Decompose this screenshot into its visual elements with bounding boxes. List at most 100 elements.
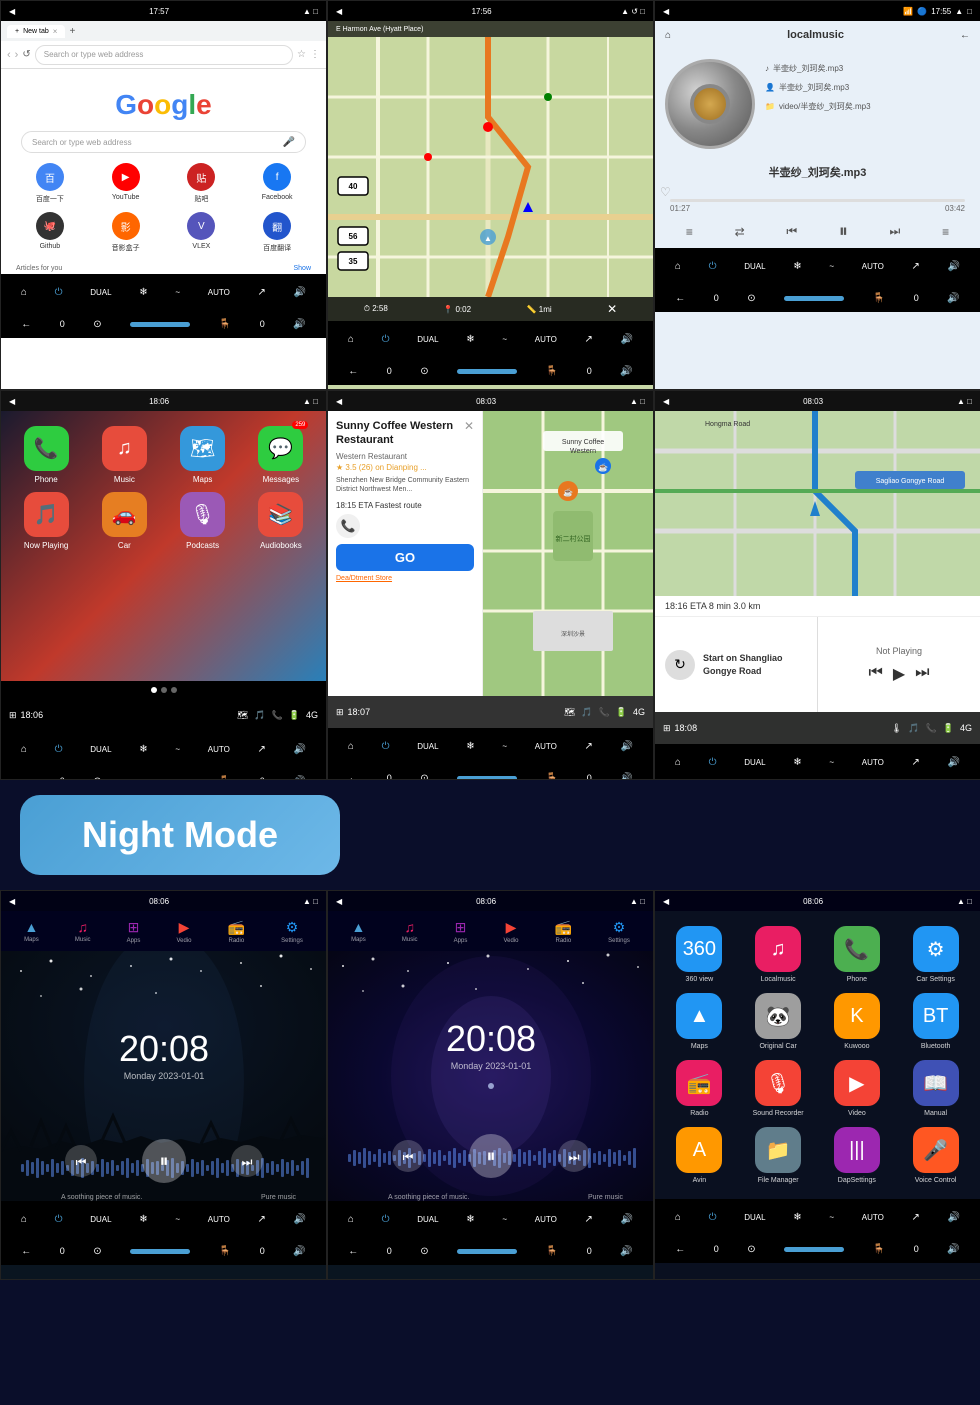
prev-icon[interactable]: ⏮ — [786, 224, 797, 239]
md-phone-icon[interactable]: 📞 — [336, 514, 360, 538]
nav-vol2[interactable]: 🔊 — [620, 366, 632, 377]
md-vol2[interactable]: 🔊 — [620, 773, 632, 781]
vol2-ctrl[interactable]: 🔊 — [293, 319, 305, 330]
md-vol[interactable]: 🔊 — [621, 741, 633, 752]
nav-power[interactable]: ⏻ — [382, 334, 390, 345]
shortcut-translate[interactable]: 翻 百度翻译 — [243, 212, 311, 253]
nh1-vol2[interactable]: 🔊 — [293, 1246, 305, 1257]
track1[interactable]: 半壶纱_刘珂矣.mp3 — [773, 63, 843, 74]
app-voicecontrol[interactable]: 🎤 Voice Control — [901, 1127, 970, 1184]
nh2-back2[interactable]: ← — [348, 1246, 358, 1257]
cpn-power[interactable]: ⏻ — [709, 757, 717, 768]
cp-power[interactable]: ⏻ — [55, 744, 63, 755]
mc-arrows[interactable]: ↗ — [912, 261, 920, 272]
nh2-home[interactable]: ⌂ — [348, 1214, 354, 1225]
seat-ctrl[interactable]: 🪑 — [219, 319, 231, 330]
nh2-nav-settings[interactable]: ⚙ Settings — [608, 919, 630, 944]
cp-back2[interactable]: ← — [21, 776, 31, 781]
cpn-arrows[interactable]: ↗ — [912, 757, 920, 768]
cp-vol[interactable]: 🔊 — [294, 744, 306, 755]
nh1-back2[interactable]: ← — [21, 1246, 31, 1257]
shuffle-icon[interactable]: ⇄ — [735, 225, 745, 239]
shortcut-facebook[interactable]: f Facebook — [243, 163, 311, 204]
app-filemanager[interactable]: 📁 File Manager — [744, 1127, 813, 1184]
cpn-back[interactable]: ◀ — [663, 397, 669, 406]
cpn-home[interactable]: ⌂ — [675, 757, 681, 768]
cpn-phone-tb[interactable]: 📞 — [926, 723, 937, 734]
app-manual[interactable]: 📖 Manual — [901, 1060, 970, 1117]
nav-radio[interactable]: 📻 Radio — [228, 919, 245, 944]
prev-cpn[interactable]: ⏮ — [868, 664, 882, 684]
md-music-icon[interactable]: 🎵 — [581, 707, 592, 718]
go-button[interactable]: GO — [336, 544, 474, 571]
map-taskbar-icon[interactable]: 🗺 — [237, 710, 248, 721]
carplay-car[interactable]: 🚗 Car — [89, 492, 159, 550]
na-seat[interactable]: 🪑 — [873, 1244, 885, 1255]
cp-home[interactable]: ⌂ — [21, 744, 27, 755]
cpn-snow[interactable]: ❄ — [793, 757, 801, 768]
na-arrows[interactable]: ↗ — [912, 1212, 920, 1223]
mc-fan[interactable]: ⊙ — [747, 293, 755, 304]
nh2-seat[interactable]: 🪑 — [546, 1246, 558, 1257]
app-dapsettings[interactable]: ||| DapSettings — [823, 1127, 892, 1184]
back-icon[interactable]: ← — [960, 30, 970, 41]
app-radio[interactable]: 📻 Radio — [665, 1060, 734, 1117]
nh2-arrows[interactable]: ↗ — [585, 1214, 593, 1225]
md-home[interactable]: ⌂ — [348, 741, 354, 752]
new-tab-btn[interactable]: + — [69, 26, 75, 37]
new-tab[interactable]: + New tab × — [7, 25, 65, 38]
nh1-vol[interactable]: 🔊 — [294, 1214, 306, 1225]
nav-settings[interactable]: ⚙ Settings — [281, 919, 303, 944]
vol-ctrl[interactable]: 🔊 — [294, 287, 306, 298]
md-seat[interactable]: 🪑 — [546, 773, 558, 781]
music-taskbar-icon[interactable]: 🎵 — [254, 710, 265, 721]
shortcut-baidu[interactable]: 百 百度一下 — [16, 163, 84, 204]
mc-seat[interactable]: 🪑 — [873, 293, 885, 304]
md-phone-taskbar[interactable]: 📞 — [599, 707, 610, 718]
cpn-music-tb[interactable]: 🎵 — [908, 723, 919, 734]
md-snow[interactable]: ❄ — [466, 741, 474, 752]
snow-ctrl[interactable]: ❄ — [139, 287, 147, 298]
na-snow[interactable]: ❄ — [793, 1212, 801, 1223]
md-close[interactable]: ✕ — [464, 419, 474, 433]
app-carsettings[interactable]: ⚙ Car Settings — [901, 926, 970, 983]
nav-snow[interactable]: ❄ — [466, 334, 474, 345]
app-phone[interactable]: 📞 Phone — [823, 926, 892, 983]
nh1-power[interactable]: ⏻ — [55, 1214, 63, 1225]
carplay-music[interactable]: ♫ Music — [89, 426, 159, 484]
md-map-icon[interactable]: 🗺 — [564, 707, 575, 718]
nh2-back[interactable]: ◀ — [336, 897, 342, 906]
dot-3[interactable] — [171, 687, 177, 693]
nh1-seat[interactable]: 🪑 — [219, 1246, 231, 1257]
track2[interactable]: 半壶纱_刘珂矣.mp3 — [779, 82, 849, 93]
shortcut-yingyin[interactable]: 影 音影盒子 — [92, 212, 160, 253]
nav-vol[interactable]: 🔊 — [621, 334, 633, 345]
carplay-nowplaying[interactable]: 🎵 Now Playing — [11, 492, 81, 550]
mc-vol2[interactable]: 🔊 — [947, 293, 959, 304]
cp-seat[interactable]: 🪑 — [219, 776, 231, 781]
na-power[interactable]: ⏻ — [709, 1212, 717, 1223]
home-icon[interactable]: ⌂ — [665, 30, 671, 41]
refresh[interactable]: ↺ — [22, 49, 30, 60]
heart-icon[interactable]: ♡ — [660, 185, 671, 199]
nh2-nav-apps[interactable]: ⊞ Apps — [454, 919, 468, 944]
shortcut-youtube[interactable]: ▶ YouTube — [92, 163, 160, 204]
nh2-fan[interactable]: ⊙ — [420, 1246, 428, 1257]
nh2-nav-music[interactable]: ♫ Music — [402, 919, 418, 943]
nh2-vol[interactable]: 🔊 — [621, 1214, 633, 1225]
nh2-nav-maps[interactable]: ▲ Maps — [351, 919, 366, 943]
md-grid[interactable]: ⊞ — [336, 707, 344, 718]
cpn-grid[interactable]: ⊞ — [663, 723, 671, 734]
nh1-back[interactable]: ◀ — [9, 897, 15, 906]
md-fan[interactable]: ⊙ — [420, 773, 428, 781]
nh2-snow[interactable]: ❄ — [466, 1214, 474, 1225]
app-soundrecorder[interactable]: 🎙 Sound Recorder — [744, 1060, 813, 1117]
mc-home[interactable]: ⌂ — [675, 261, 681, 272]
nav-fan[interactable]: ⊙ — [420, 366, 428, 377]
address-bar[interactable]: Search or type web address — [35, 45, 293, 65]
list-icon[interactable]: ≡ — [686, 225, 693, 239]
mc-back[interactable]: ← — [675, 293, 685, 304]
back-btn[interactable]: ◀ — [9, 7, 15, 16]
track3[interactable]: video/半壶纱_刘珂矣.mp3 — [779, 101, 871, 112]
app-kuwooo[interactable]: K Kuwooo — [823, 993, 892, 1050]
